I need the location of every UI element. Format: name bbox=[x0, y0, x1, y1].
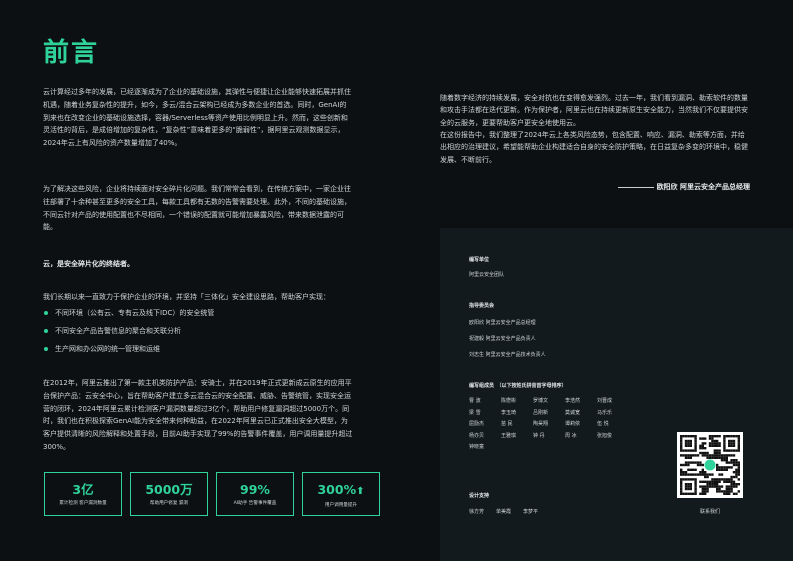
support-list: 徐方芳 单美霞 李梦平 bbox=[469, 508, 538, 515]
unit-name: 阿里云安全团队 bbox=[469, 272, 505, 278]
bullet-dot-icon bbox=[44, 329, 48, 334]
committee-member: 欧阳欣 阿里云安全产品总经理 bbox=[469, 320, 536, 326]
signature: 欧阳欣 阿里云安全产品总经理 bbox=[440, 182, 750, 192]
member-name: 钟晓童 bbox=[469, 444, 485, 450]
member-name: 陶昊翔 bbox=[533, 421, 549, 427]
stat-value: 3亿 bbox=[72, 482, 94, 497]
support-name: 单美霞 bbox=[496, 509, 512, 515]
member-name: 李玉琦 bbox=[501, 409, 517, 416]
member-name: 罗博文 bbox=[533, 398, 549, 404]
bullet-dot-icon bbox=[44, 347, 48, 352]
intro-paragraph-2: 为了解决这些风险，企业将持续面对安全碎片化问题。我们常常会看到，在传统方案中，一… bbox=[43, 185, 351, 232]
stat-label: 用户调用量提升 bbox=[324, 503, 358, 508]
intro-paragraph-1: 云计算经过多年的发展，已经逐渐成为了企业的基础设施，其弹性与便捷让企业能够快速拓… bbox=[43, 88, 351, 148]
member-name: 莫诚宽 bbox=[565, 409, 581, 416]
member-name: 陈懋彬 bbox=[501, 398, 517, 404]
support-name: 李梦平 bbox=[523, 509, 539, 515]
member-name: 钟 丹 bbox=[533, 432, 545, 439]
member-name: 曹 波 bbox=[469, 398, 481, 404]
member-name: 吕刚新 bbox=[533, 409, 549, 416]
member-name: 马乐乐 bbox=[597, 409, 613, 416]
member-name: 周 冰 bbox=[565, 432, 577, 439]
stat-value: 5000万 bbox=[145, 482, 193, 497]
member-name: 屈励杰 bbox=[469, 421, 485, 427]
committee-member: 刘志生 阿里云安全产品技术负责人 bbox=[469, 352, 546, 358]
member-name: 李浩然 bbox=[565, 398, 581, 404]
intro-paragraph-4: 在2012年，阿里云推出了第一款主机类防护产品：安骑士，并在2019年正式更新成… bbox=[43, 379, 353, 451]
member-name: 张旭俊 bbox=[597, 432, 613, 439]
member-name: 苗 民 bbox=[501, 421, 513, 427]
qr-code-icon[interactable] bbox=[677, 432, 743, 498]
foreword-paragraph-1: 随着数字经济的持续发展，安全对抗也在变得愈发强烈。过去一年，我们看到漏洞、勒索软… bbox=[440, 94, 748, 127]
committee-member: 祝建毅 阿里云安全产品负责人 bbox=[469, 336, 536, 342]
list-item: 不同环境（公有云、专有云及线下IDC）的安全统管 bbox=[43, 307, 343, 319]
stat-label: 帮助用户修复 漏洞 bbox=[149, 501, 189, 506]
member-name: 梁 雪 bbox=[469, 409, 481, 416]
stat-card: 5000万 帮助用户修复 漏洞 bbox=[130, 472, 208, 516]
stat-card: 3亿 累计检测 客户漏洞数量 bbox=[44, 472, 122, 516]
member-name: 王雅琪 bbox=[501, 432, 517, 439]
stat-value: 300% bbox=[317, 482, 357, 497]
report-page: 前言 云计算经过多年的发展，已经逐渐成为了企业的基础设施，其弹性与便捷让企业能够… bbox=[0, 0, 793, 561]
member-name: 刘晋成 bbox=[597, 398, 613, 404]
stat-label: 累计检测 客户漏洞数量 bbox=[59, 501, 107, 506]
members-title: 编写组成员 （以下按姓氏拼音首字母排序） bbox=[469, 383, 567, 389]
member-name: 谭莉依 bbox=[565, 421, 581, 427]
bullet-dot-icon bbox=[44, 311, 48, 315]
list-item: 生产网和办公网的统一管理和运维 bbox=[43, 343, 343, 355]
stat-value: 99% bbox=[240, 482, 270, 497]
contact-label: 联系我们 bbox=[699, 509, 720, 515]
foreword-paragraph-2: 在这份报告中，我们整理了2024年云上各类风险态势，包含配置、响应、漏洞、勒索等… bbox=[440, 131, 748, 164]
committee-title: 指导委员会 bbox=[469, 303, 495, 309]
support-title: 设计支持 bbox=[469, 493, 490, 499]
arrow-up-icon: ⬆ bbox=[356, 486, 365, 497]
capability-list: 不同环境（公有云、专有云及线下IDC）的安全统管 不同安全产品告警信息的聚合和关… bbox=[43, 307, 343, 362]
members-grid: 曹 波 陈懋彬 罗博文 李浩然 刘晋成 梁 雪 李玉琦 吕刚新 莫诚宽 马乐乐 … bbox=[469, 396, 639, 454]
list-item: 不同安全产品告警信息的聚合和关联分析 bbox=[43, 325, 343, 337]
stat-card: 99% AI助手 告警事件覆盖 bbox=[216, 472, 294, 516]
qr-code-graphic bbox=[680, 435, 740, 495]
intro-highlight: 云，是安全碎片化的终结者。 bbox=[43, 260, 134, 268]
member-name: 伍 悦 bbox=[597, 421, 609, 427]
page-title: 前言 bbox=[43, 38, 100, 68]
unit-title: 编写单位 bbox=[469, 257, 490, 263]
signature-dash bbox=[617, 186, 654, 188]
intro-paragraph-3: 我们长期以来一直致力于保护企业的环境，并坚持「三体化」安全建设思路，帮助客户实现… bbox=[43, 293, 330, 301]
support-name: 徐方芳 bbox=[469, 509, 485, 515]
stat-label: AI助手 告警事件覆盖 bbox=[233, 501, 277, 506]
stats-row: 3亿 累计检测 客户漏洞数量 5000万 帮助用户修复 漏洞 99% AI助手 … bbox=[44, 472, 380, 516]
stat-card: 300%⬆ 用户调用量提升 bbox=[302, 472, 380, 516]
member-name: 杨亦贝 bbox=[469, 432, 485, 439]
